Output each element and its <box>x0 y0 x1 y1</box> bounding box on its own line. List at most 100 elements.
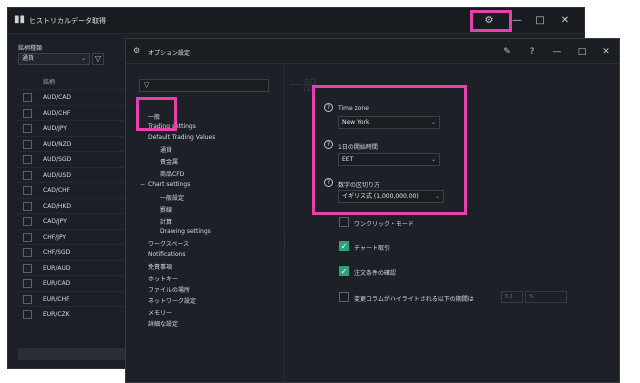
symbol-checkbox[interactable] <box>23 139 32 149</box>
symbol-checkbox[interactable] <box>23 201 32 211</box>
options-dialog: ⚙ オプション設定 ✎ ? — □ ✕ ▽ 一般 Trading setting… <box>125 38 620 383</box>
dialog-title: オプション設定 <box>148 50 191 57</box>
tree-item-network[interactable]: ネットワーク設定 <box>148 296 196 305</box>
maximize-button[interactable]: □ <box>574 44 590 60</box>
symbol-label: EUR/AUD <box>43 264 71 272</box>
close-button[interactable]: ✕ <box>555 11 575 31</box>
tree-item-notifications[interactable]: Notifications <box>148 251 186 258</box>
symbol-label: AUD/CAD <box>43 94 72 101</box>
symbol-label: AUD/SGD <box>43 156 72 163</box>
symbol-checkbox[interactable] <box>23 294 32 304</box>
symbol-row[interactable]: AUD/CHF <box>18 104 128 120</box>
tree-item-memory[interactable]: メモリー <box>148 308 172 317</box>
general-highlight-box <box>136 97 177 131</box>
order-confirm-label: 注文条件の確認 <box>354 270 397 277</box>
symbol-row[interactable]: CHF/SGD <box>18 244 128 259</box>
symbol-row[interactable]: AUD/SGD <box>18 151 128 166</box>
help-icon[interactable]: ? <box>524 44 540 60</box>
highlight-period-label: 変更コラムがハイライトされる以下の期間は <box>354 296 474 303</box>
symbol-label: EUR/CZK <box>43 311 70 318</box>
tree-expander[interactable]: − <box>140 181 145 188</box>
symbol-type-label: 銘柄種類 <box>18 45 43 52</box>
symbol-label: CAD/HKD <box>43 202 72 210</box>
close-button[interactable]: ✕ <box>598 44 614 60</box>
one-click-label: ワンクリック・モード <box>354 221 414 228</box>
tree-item-chart-general[interactable]: 一般設定 <box>160 193 184 202</box>
panel-splitter[interactable] <box>284 64 285 383</box>
tree-item-workspace[interactable]: ワークスペース <box>148 239 189 248</box>
symbol-column-header: 銘柄 <box>43 79 56 86</box>
order-confirm-checkbox[interactable]: ✓ <box>339 266 349 276</box>
tree-item-precious-metals[interactable]: 貴金属 <box>160 157 178 166</box>
timezone-highlight-box <box>312 85 467 215</box>
one-click-checkbox[interactable] <box>339 217 349 227</box>
tree-item-currency[interactable]: 通貨 <box>160 145 172 154</box>
symbol-label: EUR/CAD <box>43 280 71 287</box>
symbol-checkbox[interactable] <box>23 279 32 288</box>
symbol-checkbox[interactable] <box>23 155 32 164</box>
pin-icon[interactable]: ✎ <box>499 44 515 60</box>
tree-item-drawing-settings[interactable]: Drawing settings <box>160 228 211 235</box>
symbol-label: AUD/NZD <box>43 140 72 148</box>
symbol-label: EUR/CHF <box>43 295 70 303</box>
symbol-type-select[interactable]: 通貨 ⌄ <box>18 53 90 65</box>
symbol-checkbox[interactable] <box>23 124 32 133</box>
tree-item-file-location[interactable]: ファイルの場所 <box>148 285 190 294</box>
tree-item-stock-cfd[interactable]: 商品CFD <box>160 169 184 178</box>
tree-filter-input[interactable]: ▽ <box>139 79 269 92</box>
maximize-button[interactable]: □ <box>530 11 550 31</box>
symbol-row[interactable]: CHF/JPY <box>18 228 128 244</box>
symbol-type-value: 通貨 <box>22 55 35 62</box>
tree-item-advanced[interactable]: 詳細な設定 <box>148 319 178 328</box>
filter-icon: ▽ <box>144 81 150 89</box>
symbol-label: AUD/CHF <box>43 109 71 117</box>
tree-item-chart-settings[interactable]: Chart settings <box>148 181 190 188</box>
symbol-checkbox[interactable] <box>23 248 32 257</box>
symbol-row[interactable]: EUR/CAD <box>18 275 128 290</box>
symbol-checkbox[interactable] <box>23 186 32 195</box>
window-title: ヒストリカルデータ取得 <box>29 17 106 25</box>
highlight-period-checkbox[interactable] <box>339 292 349 302</box>
settings-icon: ⚙ <box>133 46 141 55</box>
symbol-checkbox[interactable] <box>23 108 32 118</box>
symbol-checkbox[interactable] <box>23 93 32 102</box>
highlight-period-input[interactable]: 0.1 <box>501 291 523 303</box>
symbol-row[interactable]: CAD/CHF <box>18 182 128 197</box>
splitter-handle-icon[interactable]: ⋮ <box>282 239 288 246</box>
symbol-row[interactable]: AUD/JPY <box>18 120 128 135</box>
symbol-list-header: 銘柄 <box>18 74 128 89</box>
symbol-label: CAD/JPY <box>43 218 67 225</box>
symbol-label: AUD/USD <box>43 171 71 179</box>
symbol-row[interactable]: AUD/NZD <box>18 135 128 151</box>
tree-item-default-trading-values[interactable]: Default Trading Values <box>148 134 215 141</box>
symbol-checkbox[interactable] <box>23 232 32 242</box>
symbol-label: CHF/SGD <box>43 249 71 256</box>
symbol-row[interactable]: AUD/CAD <box>18 89 128 104</box>
symbol-row[interactable]: CAD/JPY <box>18 213 128 228</box>
chevron-down-icon: ⌄ <box>80 55 86 62</box>
symbol-row[interactable]: EUR/AUD <box>18 259 128 275</box>
symbol-row[interactable]: AUD/USD <box>18 166 128 182</box>
list-footer-bar <box>18 348 128 360</box>
filter-icon[interactable]: ▽ <box>92 53 104 65</box>
symbol-label: AUD/JPY <box>43 125 68 132</box>
symbol-checkbox[interactable] <box>23 310 32 319</box>
dialog-titlebar: ⚙ オプション設定 ✎ ? — □ ✕ <box>126 39 619 64</box>
tree-item-calculation[interactable]: 計算 <box>160 217 172 226</box>
window-titlebar: ▮▮ ヒストリカルデータ取得 ⚙ — □ ✕ <box>8 8 584 34</box>
symbol-checkbox[interactable] <box>23 263 32 273</box>
symbol-row[interactable]: EUR/CHF <box>18 290 128 306</box>
tree-item-hotkeys[interactable]: ホットキー <box>148 274 178 283</box>
tree-item-grid[interactable]: 罫線 <box>160 205 172 214</box>
symbol-checkbox[interactable] <box>23 170 32 180</box>
chart-bars-icon: ▮▮ <box>14 14 26 25</box>
symbol-row[interactable]: EUR/CZK <box>18 306 128 321</box>
symbol-row[interactable]: CAD/HKD <box>18 197 128 213</box>
highlight-unit-select[interactable]: % <box>525 291 567 303</box>
symbol-label: CHF/JPY <box>43 233 67 241</box>
minimize-button[interactable]: — <box>549 44 565 60</box>
chart-trading-checkbox[interactable]: ✓ <box>339 241 349 251</box>
tree-item-disclaimer[interactable]: 免責事項 <box>148 262 172 271</box>
symbol-checkbox[interactable] <box>23 217 32 226</box>
chart-trading-label: チャート取引 <box>354 245 390 252</box>
